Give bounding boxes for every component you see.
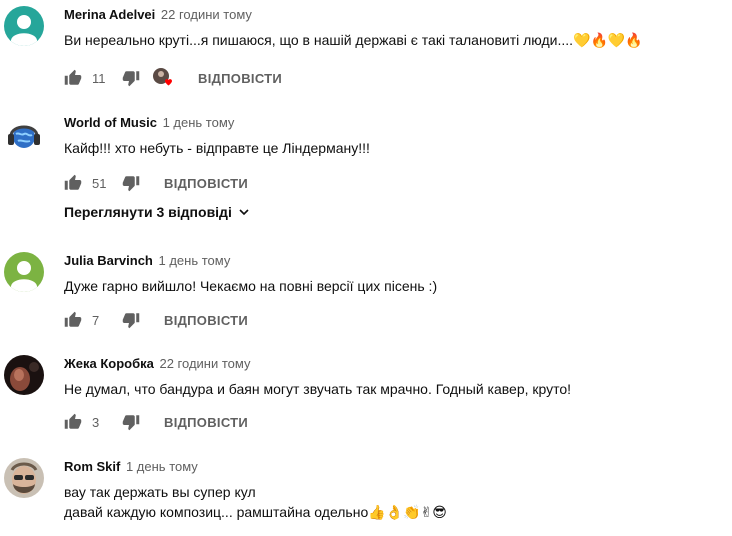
author-name[interactable]: World of Music [64,115,157,130]
comment-text: Дуже гарно вийшло! Чекаємо на повні верс… [64,278,438,294]
view-replies-label: Переглянути 3 відповіді [64,204,232,220]
avatar[interactable] [4,6,44,46]
comment-text: Ви нереально круті...я пишаюся, що в наш… [64,32,643,48]
comment-header: Rom Skif 1 день тому [64,458,198,476]
reply-button[interactable]: ВІДПОВІСТИ [198,71,282,86]
comment-actions: 51 ВІДПОВІСТИ [64,171,248,195]
author-name[interactable]: Rom Skif [64,459,120,474]
thumbs-down-icon[interactable] [122,174,140,192]
creator-avatar-heart-icon [153,68,172,86]
avatar[interactable] [4,458,44,498]
comment-text: вау так держать вы супер кул давай кажду… [64,484,447,520]
headphones-globe-icon [4,114,44,154]
comment-actions: 7 ВІДПОВІСТИ [64,308,248,332]
default-avatar-icon [4,6,44,46]
comment-time[interactable]: 1 день тому [159,253,231,268]
user-photo-avatar-icon [4,458,44,498]
comment-header: Merina Adelvei 22 години тому [64,6,252,24]
avatar[interactable] [4,355,44,395]
comment-header: World of Music 1 день тому [64,114,234,132]
comment-time[interactable]: 22 години тому [159,356,250,371]
thumbs-up-icon[interactable] [64,69,82,87]
thumbs-up-icon[interactable] [64,174,82,192]
reply-button[interactable]: ВІДПОВІСТИ [164,176,248,191]
comment-actions: 11 ВІДПОВІСТИ [64,66,282,90]
comment-header: Жека Коробка 22 години тому [64,355,250,373]
like-count: 3 [92,414,100,430]
comment-text: Не думал, что бандура и баян могут звуча… [64,381,572,397]
like-count: 7 [92,312,100,328]
comment-text: Кайф!!! хто небуть - відправте це Ліндер… [64,140,370,156]
like-count: 11 [92,70,106,86]
chevron-down-icon [239,209,249,216]
reply-button[interactable]: ВІДПОВІСТИ [164,415,248,430]
comment-header: Julia Barvinch 1 день тому [64,252,230,270]
thumbs-down-icon[interactable] [122,413,140,431]
author-name[interactable]: Жека Коробка [64,356,154,371]
like-count: 51 [92,175,107,191]
comment-actions: 3 ВІДПОВІСТИ [64,410,248,434]
author-name[interactable]: Merina Adelvei [64,7,155,22]
comment-time[interactable]: 22 години тому [161,7,252,22]
creator-heart [152,67,174,89]
avatar[interactable] [4,114,44,154]
thumbs-down-icon[interactable] [122,69,140,87]
author-name[interactable]: Julia Barvinch [64,253,153,268]
reply-button[interactable]: ВІДПОВІСТИ [164,313,248,328]
avatar[interactable] [4,252,44,292]
default-avatar-icon [4,252,44,292]
thumbs-down-icon[interactable] [122,311,140,329]
comment-time[interactable]: 1 день тому [163,115,235,130]
view-replies-button[interactable]: Переглянути 3 відповіді [64,204,250,220]
thumbs-up-icon[interactable] [64,413,82,431]
comment-time[interactable]: 1 день тому [126,459,198,474]
user-photo-avatar-icon [4,355,44,395]
thumbs-up-icon[interactable] [64,311,82,329]
